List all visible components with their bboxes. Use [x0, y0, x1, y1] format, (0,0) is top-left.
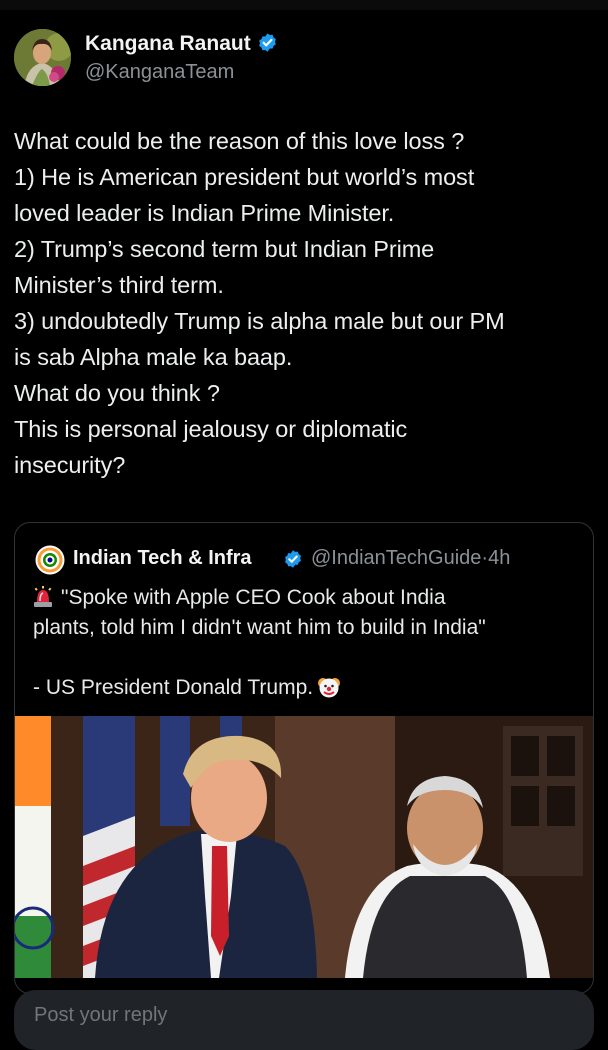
quoted-post-text: "Spoke with Apple CEO Cook about India p…: [33, 583, 593, 703]
post-text-line: What could be the reason of this love lo…: [14, 128, 465, 154]
quoted-text-line: - US President Donald Trump.: [33, 673, 593, 703]
quoted-post-image[interactable]: [15, 716, 593, 978]
quoted-author-avatar[interactable]: [35, 545, 65, 575]
quoted-post-time: 4h: [488, 547, 511, 569]
status-strip: [0, 0, 608, 10]
quoted-text-line1: "Spoke with Apple CEO Cook about India: [61, 586, 446, 609]
post-text-line: is sab Alpha male ka baap.: [14, 344, 293, 370]
quoted-author-handle: @IndianTechGuide: [311, 547, 482, 569]
quoted-text-line-blank: [33, 643, 593, 673]
quoted-text-line3: - US President Donald Trump.: [33, 676, 314, 699]
siren-icon: [34, 586, 52, 607]
quoted-text-line: "Spoke with Apple CEO Cook about India: [33, 583, 593, 613]
clown-face-icon: [318, 678, 341, 698]
quoted-author-name[interactable]: Indian Tech & Infra: [73, 547, 252, 570]
avatar-image: [14, 29, 71, 86]
verified-badge-icon: [258, 33, 276, 52]
post-text: What could be the reason of this love lo…: [14, 123, 594, 483]
author-avatar[interactable]: [14, 29, 71, 86]
post-text-line: 3) undoubtedly Trump is alpha male but o…: [14, 308, 505, 334]
post-text-line: 1) He is American president but world’s …: [14, 164, 475, 190]
quoted-post-card[interactable]: Indian Tech & Infra @IndianTechGuide·4h …: [14, 522, 594, 994]
quoted-text-line: plants, told him I didn't want him to bu…: [33, 616, 486, 639]
post-text-line: loved leader is Indian Prime Minister.: [14, 200, 395, 226]
post-text-line: 2) Trump’s second term but Indian Prime: [14, 236, 435, 262]
post-text-line: This is personal jealousy or diplomatic: [14, 416, 408, 442]
reply-input[interactable]: Post your reply: [14, 990, 594, 1050]
post-text-line: What do you think ?: [14, 380, 220, 406]
quoted-verified-badge-icon: [285, 550, 301, 568]
post-text-line: Minister’s third term.: [14, 272, 224, 298]
reply-placeholder: Post your reply: [34, 1004, 168, 1026]
author-handle[interactable]: @KanganaTeam: [85, 61, 234, 84]
leaders-photo-image: [15, 716, 593, 978]
post-text-line: insecurity?: [14, 452, 126, 478]
author-name[interactable]: Kangana Ranaut: [85, 32, 278, 56]
author-name-text: Kangana Ranaut: [85, 32, 251, 55]
quoted-author-meta[interactable]: @IndianTechGuide·4h: [311, 547, 510, 570]
